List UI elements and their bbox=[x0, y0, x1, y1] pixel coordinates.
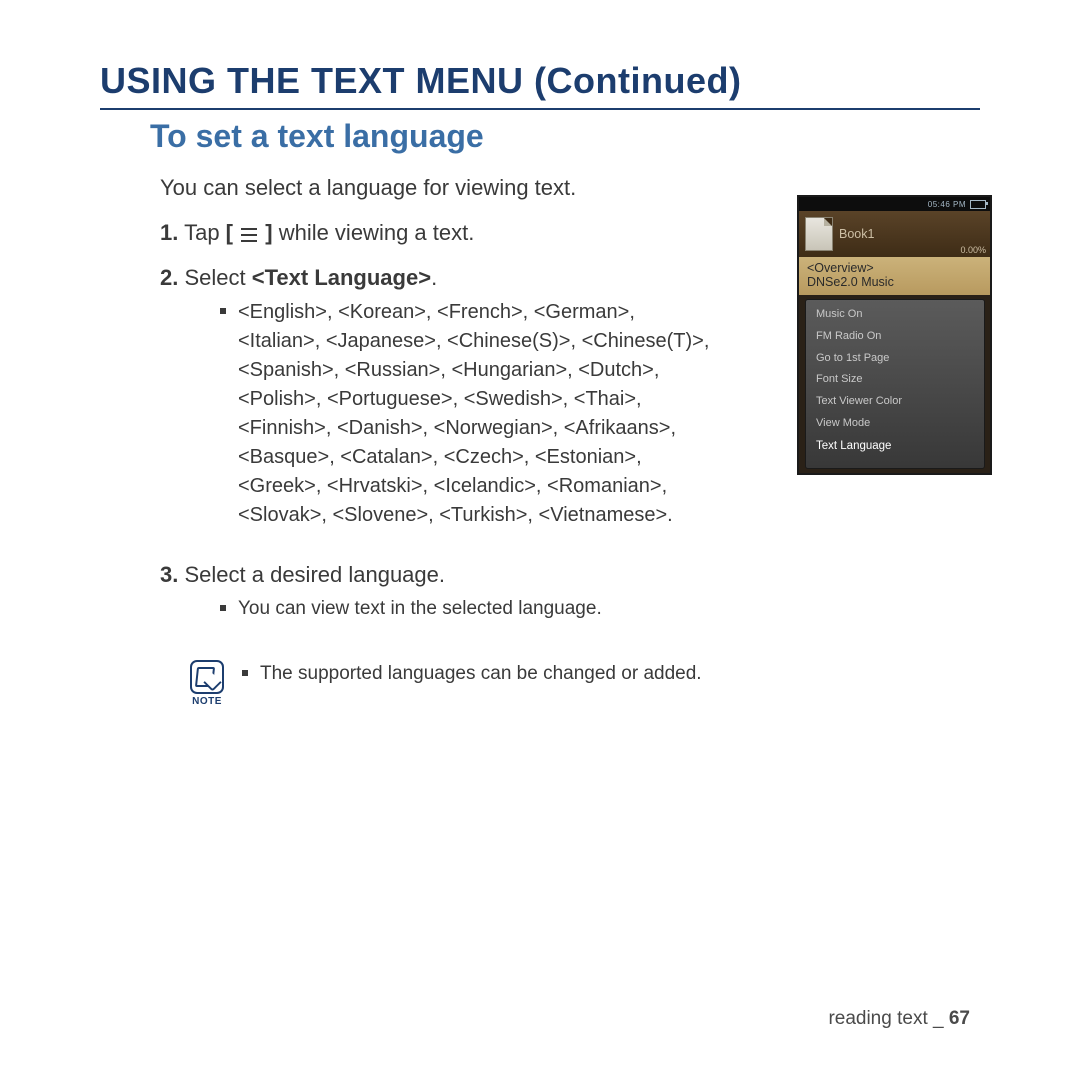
device-percent: 0.00% bbox=[960, 245, 986, 255]
note-icon bbox=[190, 660, 224, 694]
device-screenshot: 05:46 PM Book1 0.00% <Overview> DNSe2.0 … bbox=[797, 195, 992, 475]
page-title: USING THE TEXT MENU (Continued) bbox=[100, 60, 980, 102]
device-overview-subtitle: DNSe2.0 Music bbox=[807, 275, 982, 289]
menu-item-text-viewer-color[interactable]: Text Viewer Color bbox=[806, 391, 984, 413]
title-block: USING THE TEXT MENU (Continued) bbox=[100, 60, 980, 110]
device-time: 05:46 PM bbox=[928, 200, 966, 209]
step-3-number: 3. bbox=[160, 562, 178, 587]
device-popup-menu: Music On FM Radio On Go to 1st Page Font… bbox=[805, 299, 985, 469]
step-1-number: 1. bbox=[160, 220, 178, 245]
menu-item-view-mode[interactable]: View Mode bbox=[806, 413, 984, 435]
step-2-option: <Text Language> bbox=[252, 265, 431, 290]
step-3-text: Select a desired language. bbox=[184, 562, 445, 587]
note-icon-column: NOTE bbox=[190, 660, 224, 707]
section-subtitle: To set a text language bbox=[150, 118, 980, 155]
device-overview-label: <Overview> bbox=[807, 261, 982, 275]
step-3-bullet: You can view text in the selected langua… bbox=[220, 595, 720, 623]
footer-page-number: 67 bbox=[949, 1008, 970, 1029]
step-1-post: while viewing a text. bbox=[273, 220, 475, 245]
page-footer: reading text _ 67 bbox=[828, 1008, 970, 1030]
step-3-bullet-list: You can view text in the selected langua… bbox=[220, 595, 980, 623]
note-block: NOTE The supported languages can be chan… bbox=[190, 660, 980, 707]
note-text: The supported languages can be changed o… bbox=[242, 660, 702, 688]
step-3: 3. Select a desired language. bbox=[160, 558, 980, 591]
footer-section: reading text _ bbox=[828, 1008, 943, 1029]
step-2-post: . bbox=[431, 265, 437, 290]
hamburger-icon bbox=[239, 227, 259, 243]
language-list-item: <English>, <Korean>, <French>, <German>,… bbox=[220, 298, 720, 530]
device-statusbar: 05:46 PM bbox=[799, 197, 990, 211]
manual-page: USING THE TEXT MENU (Continued) To set a… bbox=[0, 0, 1080, 1080]
note-label: NOTE bbox=[192, 696, 222, 707]
bracket-close: ] bbox=[259, 220, 272, 245]
step-2-pre: Select bbox=[184, 265, 251, 290]
device-topbar: Book1 0.00% bbox=[799, 211, 990, 257]
step-1-pre: Tap bbox=[184, 220, 226, 245]
document-icon bbox=[805, 217, 833, 251]
menu-item-text-language[interactable]: Text Language bbox=[806, 435, 984, 457]
device-book-title: Book1 bbox=[839, 227, 984, 241]
menu-item-go-to-1st-page[interactable]: Go to 1st Page bbox=[806, 348, 984, 370]
step-2-number: 2. bbox=[160, 265, 178, 290]
device-overview-area: <Overview> DNSe2.0 Music bbox=[799, 257, 990, 295]
bracket-open: [ bbox=[226, 220, 239, 245]
menu-item-font-size[interactable]: Font Size bbox=[806, 369, 984, 391]
menu-item-music-on[interactable]: Music On bbox=[806, 304, 984, 326]
battery-icon bbox=[970, 200, 986, 209]
menu-item-fm-radio-on[interactable]: FM Radio On bbox=[806, 326, 984, 348]
